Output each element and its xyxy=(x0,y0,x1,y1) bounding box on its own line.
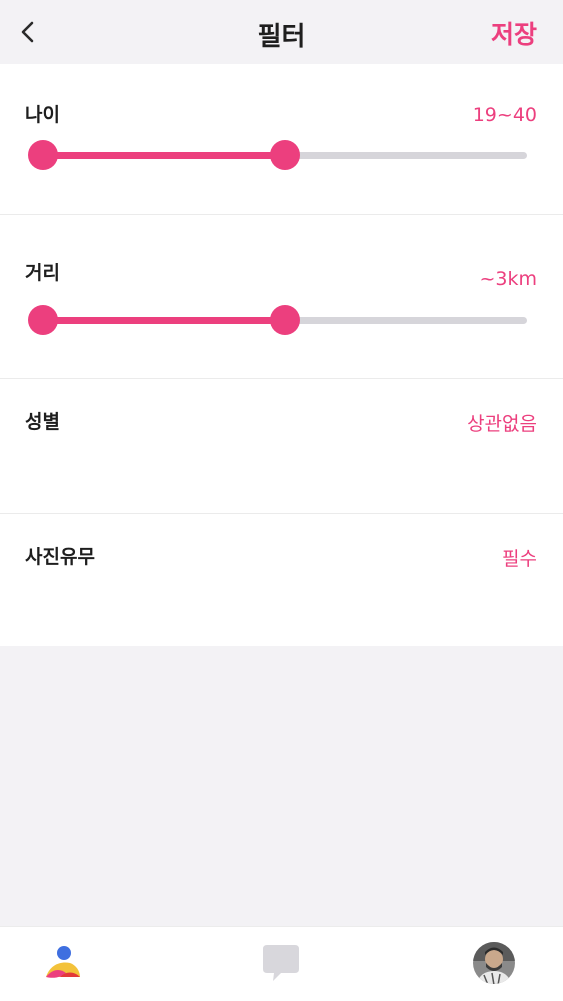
save-button[interactable]: 저장 xyxy=(491,15,537,51)
slider-fill xyxy=(43,152,285,159)
tab-chat[interactable] xyxy=(259,941,303,985)
photo-row[interactable]: 사진유무 필수 xyxy=(0,514,563,646)
slider-max-handle[interactable] xyxy=(270,305,300,335)
age-label: 나이 xyxy=(25,104,60,126)
slider-max-handle[interactable] xyxy=(270,140,300,170)
slider-min-handle[interactable] xyxy=(28,305,58,335)
slider-fill xyxy=(43,317,285,324)
age-value: 19~40 xyxy=(472,104,537,126)
chat-bubble-icon xyxy=(263,945,299,981)
slider-min-handle[interactable] xyxy=(28,140,58,170)
gender-row[interactable]: 성별 상관없음 xyxy=(0,379,563,513)
age-range-slider[interactable] xyxy=(28,140,527,170)
photo-label: 사진유무 xyxy=(25,546,95,568)
gender-value: 상관없음 xyxy=(467,413,537,435)
people-icon xyxy=(46,946,80,978)
header: 필터 저장 xyxy=(0,0,563,64)
tab-profile[interactable] xyxy=(472,941,516,985)
distance-value: ~3km xyxy=(479,268,537,290)
photo-value: 필수 xyxy=(502,548,537,570)
profile-avatar xyxy=(473,942,515,984)
bottom-tab-bar xyxy=(0,926,563,1001)
tab-people[interactable] xyxy=(40,941,84,985)
distance-label: 거리 xyxy=(25,262,60,284)
distance-range-slider[interactable] xyxy=(28,305,527,335)
page-title: 필터 xyxy=(257,22,306,52)
filter-panel: 나이 19~40 거리 ~3km 성별 상관없음 사진유무 필수 xyxy=(0,64,563,646)
gender-label: 성별 xyxy=(25,411,60,433)
divider xyxy=(0,214,563,215)
